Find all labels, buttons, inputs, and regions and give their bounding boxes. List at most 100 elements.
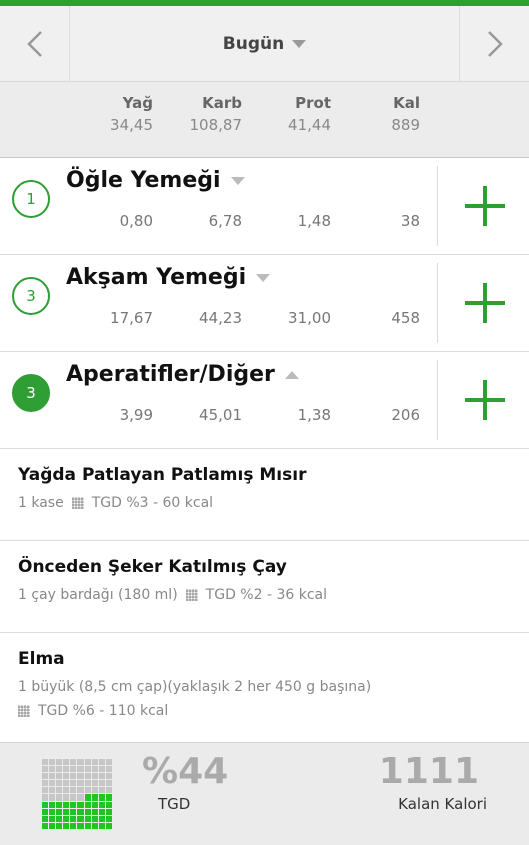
tgd-cell xyxy=(49,808,56,815)
summary-protein: Prot 41,44 xyxy=(251,94,331,134)
food-item[interactable]: Elma 1 büyük (8,5 cm çap)(yaklaşık 2 her… xyxy=(0,633,529,751)
tgd-cell xyxy=(49,773,56,780)
tgd-cell xyxy=(84,801,91,808)
tgd-cell xyxy=(56,822,63,829)
tgd-cell xyxy=(70,794,77,801)
tgd-cell xyxy=(77,822,84,829)
tgd-cell xyxy=(56,808,63,815)
tgd-cell xyxy=(84,773,91,780)
food-item[interactable]: Önceden Şeker Katılmış Çay 1 çay bardağı… xyxy=(0,541,529,633)
meal-fat: 0,80 xyxy=(119,212,153,230)
chevron-left-icon xyxy=(26,30,42,57)
tgd-cell xyxy=(70,815,77,822)
food-amount: 1 büyük (8,5 cm çap)(yaklaşık 2 her 450 … xyxy=(18,679,372,695)
tgd-cell xyxy=(49,759,56,766)
tgd-cell xyxy=(105,801,112,808)
summary-carb: Karb 108,87 xyxy=(162,94,243,134)
tgd-cell xyxy=(49,794,56,801)
tgd-cell xyxy=(105,787,112,794)
summary-value: 41,44 xyxy=(288,116,331,134)
tgd-cell xyxy=(49,766,56,773)
food-detail: 1 çay bardağı (180 ml) TGD %2 - 36 kcal xyxy=(18,587,511,603)
meal-protein: 31,00 xyxy=(288,309,331,327)
tgd-cell xyxy=(42,787,49,794)
food-detail: 1 kase TGD %3 - 60 kcal xyxy=(18,495,511,511)
tgd-cell xyxy=(63,759,70,766)
tgd-cell xyxy=(56,787,63,794)
next-day-button[interactable] xyxy=(459,6,529,81)
meal-count-badge: 3 xyxy=(12,277,50,315)
summary-label: Prot xyxy=(295,94,331,112)
add-food-button[interactable] xyxy=(465,186,505,226)
add-food-button[interactable] xyxy=(465,283,505,323)
summary-fat: Yağ 34,45 xyxy=(73,94,153,134)
meal-title-row[interactable]: Akşam Yemeği xyxy=(66,265,271,290)
food-name: Önceden Şeker Katılmış Çay xyxy=(18,557,287,577)
tgd-cell xyxy=(77,766,84,773)
tgd-cell xyxy=(70,759,77,766)
meal-title: Öğle Yemeği xyxy=(66,168,221,193)
tgd-cell xyxy=(105,780,112,787)
tgd-cell xyxy=(49,815,56,822)
daily-footer: %44 TGD 1111 Kalan Kalori xyxy=(0,742,529,845)
tgd-cell xyxy=(98,815,105,822)
remaining-calories-label: Kalan Kalori xyxy=(398,795,487,813)
tgd-cell xyxy=(77,801,84,808)
meal-dinner[interactable]: 3 Akşam Yemeği 17,67 44,23 31,00 458 xyxy=(0,255,529,352)
tgd-cell xyxy=(84,780,91,787)
meal-title-row[interactable]: Öğle Yemeği xyxy=(66,168,245,193)
tgd-cell xyxy=(98,794,105,801)
meal-carb: 44,23 xyxy=(199,309,242,327)
meal-title: Akşam Yemeği xyxy=(66,265,247,290)
tgd-cell xyxy=(98,808,105,815)
summary-value: 889 xyxy=(391,116,420,134)
tgd-cell xyxy=(49,780,56,787)
tgd-cell xyxy=(77,773,84,780)
add-food-button[interactable] xyxy=(465,380,505,420)
tgd-cell xyxy=(98,787,105,794)
tgd-cell xyxy=(49,787,56,794)
tgd-cell xyxy=(63,766,70,773)
tgd-cell xyxy=(42,822,49,829)
tgd-cell xyxy=(77,787,84,794)
tgd-cell xyxy=(91,801,98,808)
tgd-cell xyxy=(77,815,84,822)
meal-title-row[interactable]: Aperatifler/Diğer xyxy=(66,362,299,387)
summary-value: 108,87 xyxy=(189,116,243,134)
tgd-cell xyxy=(98,773,105,780)
tgd-cell xyxy=(84,794,91,801)
food-amount: 1 kase xyxy=(18,495,64,511)
meal-kcal: 38 xyxy=(400,212,420,230)
meal-protein: 1,38 xyxy=(297,406,331,424)
prev-day-button[interactable] xyxy=(0,6,70,81)
tgd-cell xyxy=(56,780,63,787)
date-nav: Bugün xyxy=(0,6,529,82)
tgd-cell xyxy=(70,773,77,780)
summary-label: Kal xyxy=(393,94,420,112)
tgd-cell xyxy=(77,794,84,801)
tgd-cell xyxy=(84,759,91,766)
divider xyxy=(437,166,438,246)
tgd-cell xyxy=(105,815,112,822)
tgd-cell xyxy=(98,759,105,766)
tgd-cell xyxy=(98,822,105,829)
meal-snacks[interactable]: 3 Aperatifler/Diğer 3,99 45,01 1,38 206 xyxy=(0,352,529,449)
caret-down-icon xyxy=(292,39,307,48)
meal-count-badge: 1 xyxy=(12,180,50,218)
food-name: Yağda Patlayan Patlamış Mısır xyxy=(18,465,307,485)
food-item[interactable]: Yağda Patlayan Patlamış Mısır 1 kase TGD… xyxy=(0,449,529,541)
tgd-cell xyxy=(42,794,49,801)
date-selector[interactable]: Bugün xyxy=(70,6,459,81)
tgd-cell xyxy=(63,773,70,780)
food-detail: TGD %6 - 110 kcal xyxy=(18,703,511,719)
tgd-cell xyxy=(98,801,105,808)
summary-kcal: Kal 889 xyxy=(340,94,420,134)
tgd-cell xyxy=(84,815,91,822)
meal-lunch[interactable]: 1 Öğle Yemeği 0,80 6,78 1,48 38 xyxy=(0,158,529,255)
food-tgd: TGD %6 - 110 kcal xyxy=(38,703,169,719)
meal-fat: 17,67 xyxy=(110,309,153,327)
food-tgd: TGD %2 - 36 kcal xyxy=(205,587,328,603)
summary-label: Karb xyxy=(202,94,242,112)
tgd-cell xyxy=(70,801,77,808)
grid-icon xyxy=(18,705,30,717)
